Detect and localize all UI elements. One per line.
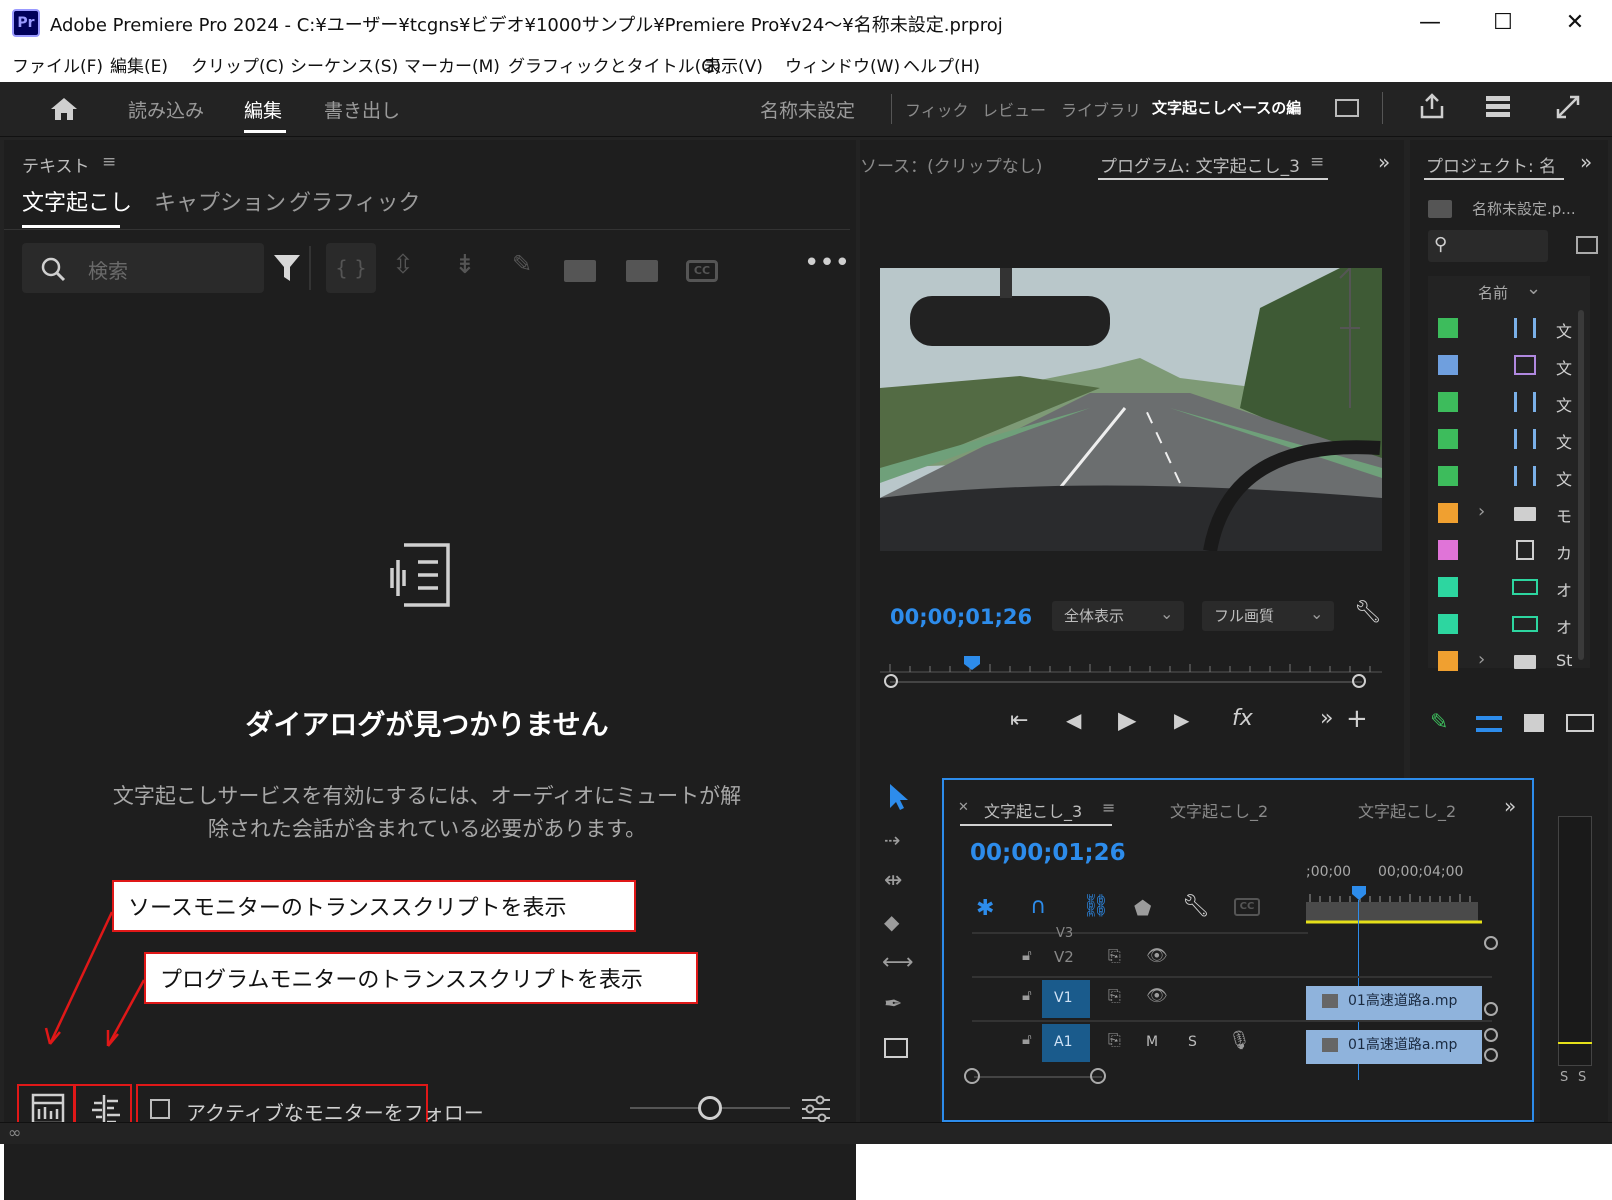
callout-program-transcript: プログラムモニターのトランススクリプトを表示 [144,952,698,1004]
callout-source-transcript: ソースモニターのトランススクリプトを表示 [112,880,636,932]
